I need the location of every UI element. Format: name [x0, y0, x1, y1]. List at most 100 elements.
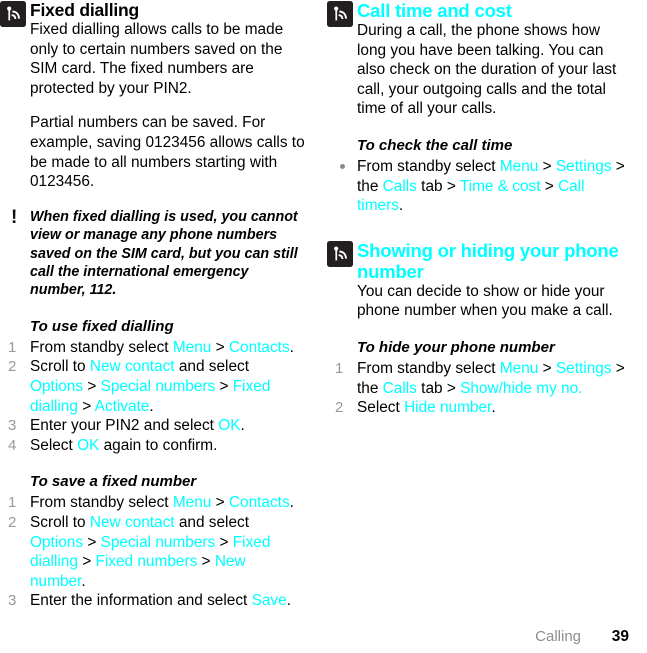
step-text: and select	[174, 358, 249, 376]
bullets-check-call-time: From standby select Menu > Settings > th…	[327, 157, 628, 216]
section-show-hide-number: Showing or hiding your phone number You …	[327, 240, 628, 418]
step-number: 3	[8, 417, 17, 435]
step-number: 1	[8, 494, 17, 512]
step-item: 4 Select OK again to confirm.	[0, 436, 305, 456]
step-text: tab >	[416, 177, 460, 195]
menu-path-link[interactable]: Menu	[500, 158, 539, 175]
step-text: .	[149, 397, 154, 415]
page-footer: Calling 39	[0, 620, 647, 653]
step-item: 3 Enter your PIN2 and select OK.	[0, 416, 305, 436]
step-text: Scroll to	[30, 513, 90, 531]
menu-path-link[interactable]: Contacts	[229, 339, 290, 356]
section-fixed-dialling: Fixed dialling Fixed dialling allows cal…	[0, 0, 305, 611]
menu-path-link[interactable]: Special numbers	[101, 534, 216, 551]
step-text: Select	[357, 399, 405, 417]
menu-path-link[interactable]: Save	[252, 592, 287, 609]
footer-page-number: 39	[611, 627, 629, 645]
menu-path-link[interactable]: Options	[30, 534, 83, 551]
step-text: >	[538, 359, 556, 377]
step-number: 2	[8, 513, 17, 531]
step-text: .	[289, 338, 294, 356]
left-column: Fixed dialling Fixed dialling allows cal…	[0, 0, 323, 620]
menu-path-link[interactable]: Calls	[383, 380, 417, 397]
section-paragraph: Fixed dialling allows calls to be made o…	[30, 21, 284, 97]
step-text: Enter your PIN2 and select	[30, 417, 219, 435]
step-text: >	[211, 338, 229, 356]
steps-use-fixed-dialling: 1 From standby select Menu > Contacts. 2 Sc…	[0, 338, 305, 456]
menu-path-link[interactable]: Show/hide my no.	[460, 380, 582, 397]
step-item: 2 Select Hide number.	[327, 398, 628, 418]
footer-chapter: Calling	[535, 628, 581, 645]
menu-path-link[interactable]: Calls	[383, 178, 417, 195]
step-text: From standby select	[30, 338, 173, 356]
note-text: When fixed dialling is used, you cannot …	[30, 208, 298, 299]
section-paragraph: You can decide to show or hide your phon…	[357, 282, 613, 320]
menu-path-link[interactable]: Hide number	[404, 399, 491, 416]
bullet-dot	[340, 163, 345, 169]
menu-path-link[interactable]: OK	[77, 437, 99, 454]
manual-page: Fixed dialling Fixed dialling allows cal…	[0, 0, 647, 653]
menu-path-link[interactable]: Contacts	[229, 494, 290, 511]
menu-path-link[interactable]: Settings	[556, 158, 612, 175]
step-text: .	[491, 399, 496, 417]
step-text: From standby select	[357, 157, 500, 175]
menu-path-link[interactable]: Menu	[500, 360, 539, 377]
step-number: 1	[8, 338, 17, 356]
step-item: 1 From standby select Menu > Contacts.	[0, 493, 305, 513]
section-heading: Fixed dialling	[0, 0, 305, 27]
menu-path-link[interactable]: New contact	[90, 514, 175, 531]
step-text: tab >	[416, 379, 461, 397]
two-column-body: Fixed dialling Fixed dialling allows cal…	[0, 0, 647, 620]
step-item: 1 From standby select Menu > Settings > t…	[327, 359, 628, 398]
menu-path-link[interactable]: OK	[218, 417, 240, 434]
right-column: Call time and cost During a call, the ph…	[323, 0, 646, 620]
step-text: >	[211, 494, 229, 512]
menu-path-link[interactable]: New contact	[90, 358, 175, 375]
menu-path-link[interactable]: Settings	[556, 360, 612, 377]
page-title: Fixed dialling	[30, 0, 140, 20]
step-item: 2 Scroll to New contact and select Option…	[0, 357, 305, 416]
step-text: Select	[30, 436, 78, 454]
menu-path-link[interactable]: Menu	[173, 339, 212, 356]
menu-path-link[interactable]: Menu	[173, 494, 212, 511]
note-box: ! When fixed dialling is used, you canno…	[0, 208, 305, 300]
menu-path-link[interactable]: Fixed numbers	[95, 553, 197, 570]
step-text: >	[197, 553, 215, 571]
step-text: .	[398, 197, 404, 215]
menu-path-link[interactable]: Activate	[95, 398, 150, 415]
procedure-heading: To check the call time	[357, 136, 513, 154]
section-title: Call time and cost	[357, 0, 512, 21]
section-heading: Showing or hiding your phone number	[327, 240, 628, 282]
steps-save-fixed-number: 1 From standby select Menu > Contacts. 2 Sc…	[0, 493, 305, 611]
steps-hide-phone-number: 1 From standby select Menu > Settings > t…	[327, 359, 628, 418]
step-number: 1	[335, 359, 344, 377]
step-text: Enter the information and select	[30, 592, 252, 610]
step-text: >	[215, 533, 233, 551]
exclamation-icon: !	[11, 206, 18, 228]
step-text: again to confirm.	[99, 436, 218, 454]
menu-path-link[interactable]: Special numbers	[101, 378, 216, 395]
procedure-heading: To hide your phone number	[357, 338, 555, 356]
step-text: >	[538, 157, 556, 175]
step-text: >	[83, 377, 101, 395]
section-call-time-and-cost: Call time and cost During a call, the ph…	[327, 0, 628, 216]
step-number: 2	[8, 358, 17, 376]
procedure-heading: To use fixed dialling	[30, 317, 174, 335]
section-paragraph: During a call, the phone shows how long …	[357, 22, 617, 118]
step-text: >	[215, 377, 233, 395]
signal-wave-icon	[0, 1, 26, 27]
step-text: .	[286, 592, 291, 610]
menu-path-link[interactable]: Time & cost	[460, 178, 541, 195]
section-heading: Call time and cost	[327, 0, 628, 27]
section-title: Showing or hiding your phone number	[357, 239, 619, 282]
step-number: 2	[335, 399, 344, 417]
step-item: 2 Scroll to New contact and select Option…	[0, 513, 305, 591]
step-text: >	[540, 177, 559, 195]
procedure-list-left: To use fixed dialling 1 From standby sele…	[0, 317, 305, 611]
menu-path-link[interactable]: Options	[30, 378, 83, 395]
step-text: >	[77, 553, 96, 571]
signal-wave-icon	[327, 1, 353, 27]
step-text: and select	[174, 513, 249, 531]
step-number: 3	[8, 592, 17, 610]
step-text: .	[240, 417, 245, 435]
